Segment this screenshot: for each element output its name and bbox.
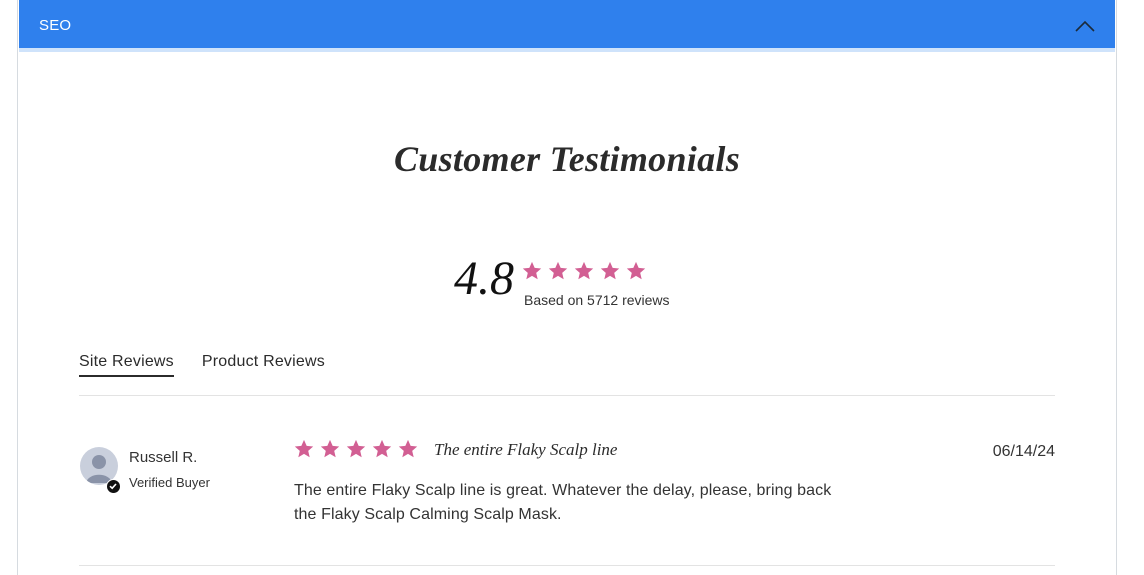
divider bbox=[79, 395, 1055, 396]
tab-site-reviews[interactable]: Site Reviews bbox=[79, 353, 174, 377]
star-icon bbox=[319, 438, 341, 465]
review-count: Based on 5712 reviews bbox=[524, 292, 670, 308]
review-tabs: Site Reviews Product Reviews bbox=[79, 353, 325, 377]
star-icon bbox=[547, 260, 569, 282]
seo-accordion-title: SEO bbox=[39, 17, 72, 34]
verified-check-icon bbox=[106, 479, 121, 494]
review-date: 06/14/24 bbox=[992, 443, 1055, 460]
seo-accordion-header[interactable]: SEO bbox=[19, 0, 1115, 52]
average-rating: 4.8 bbox=[454, 252, 514, 305]
star-icon bbox=[345, 438, 367, 465]
tab-product-reviews[interactable]: Product Reviews bbox=[202, 353, 325, 377]
star-icon bbox=[293, 438, 315, 465]
star-icon bbox=[599, 260, 621, 282]
verified-buyer-label: Verified Buyer bbox=[129, 475, 210, 490]
star-icon bbox=[371, 438, 393, 465]
reviewer-name: Russell R. bbox=[129, 449, 198, 466]
chevron-up-icon[interactable] bbox=[1073, 14, 1097, 38]
review-title: The entire Flaky Scalp line bbox=[434, 440, 618, 459]
review-body: The entire Flaky Scalp line is great. Wh… bbox=[294, 482, 832, 523]
star-icon bbox=[397, 438, 419, 465]
star-icon bbox=[521, 260, 543, 282]
review-rating-stars bbox=[293, 438, 419, 465]
star-icon bbox=[573, 260, 595, 282]
divider bbox=[79, 565, 1055, 566]
section-heading: Customer Testimonials bbox=[393, 139, 741, 179]
average-rating-stars bbox=[521, 260, 647, 282]
star-icon bbox=[625, 260, 647, 282]
